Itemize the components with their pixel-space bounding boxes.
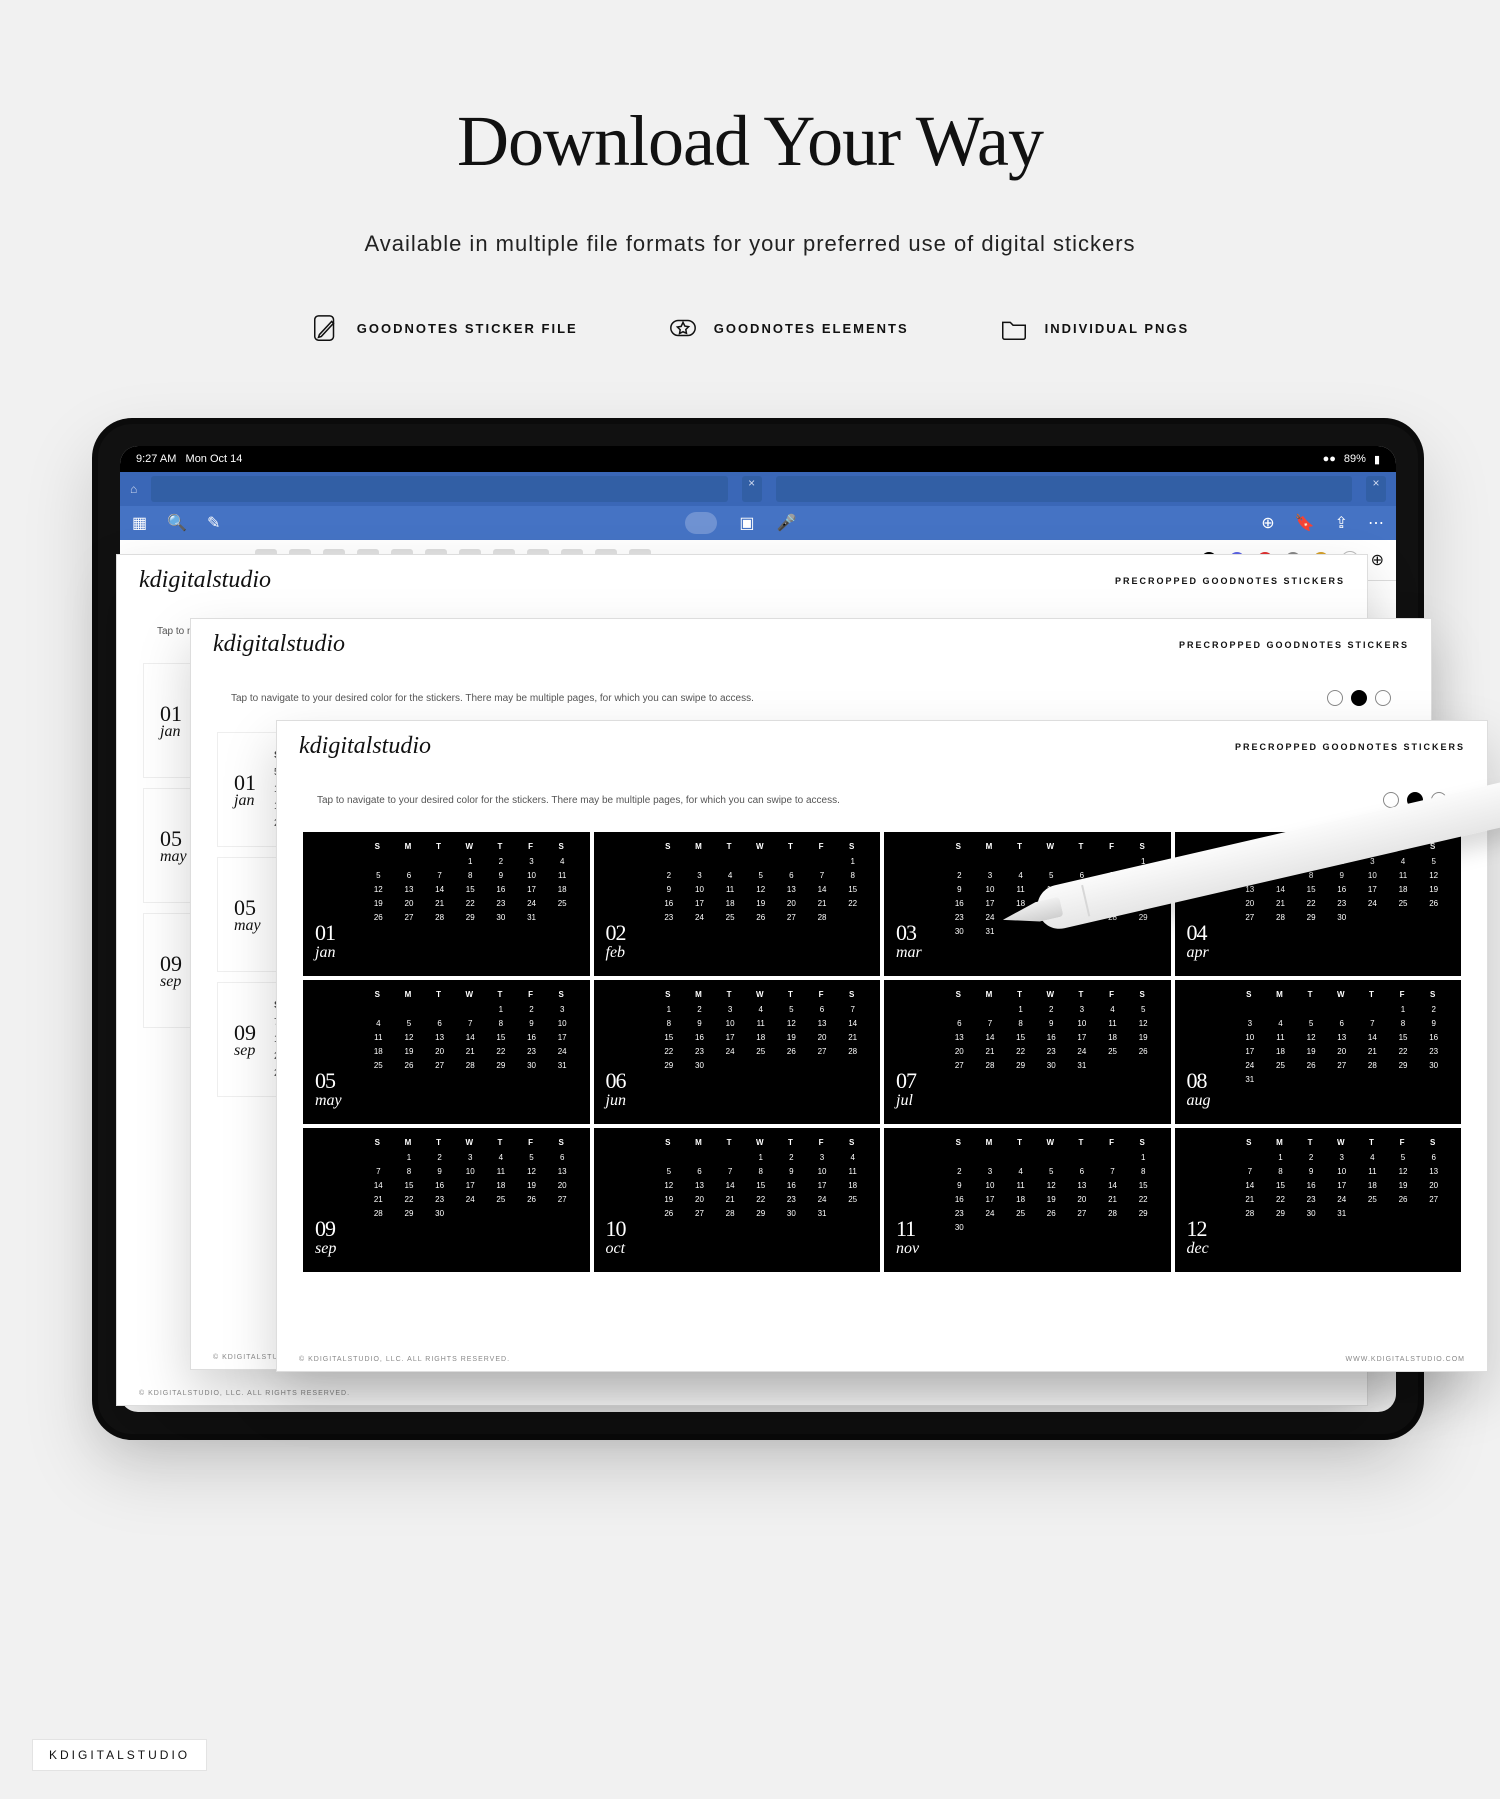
copyright: © KDIGITALSTUDIO, LLC. ALL RIGHTS RESERV… xyxy=(139,1390,350,1397)
tab-close[interactable]: × xyxy=(742,476,762,502)
mini-calendar-nov[interactable]: 11novSMTWTFS1234567891011121314151617181… xyxy=(884,1128,1171,1272)
brand-label: kdigitalstudio xyxy=(139,567,271,594)
page-pencil-icon xyxy=(311,313,341,343)
home-icon[interactable]: ⌂ xyxy=(130,482,137,496)
mic-icon[interactable]: 🎤 xyxy=(776,513,796,533)
color-variant-dot-active[interactable] xyxy=(1351,690,1367,706)
sheet-tag: PRECROPPED GOODNOTES STICKERS xyxy=(1179,640,1409,650)
lasso-icon[interactable]: ✎ xyxy=(207,513,220,533)
mini-calendar-dec[interactable]: 12decSMTWTFS1234567891011121314151617181… xyxy=(1175,1128,1462,1272)
format-goodnotes-sticker: GOODNOTES STICKER FILE xyxy=(311,313,578,343)
brand-label: kdigitalstudio xyxy=(299,733,431,760)
brand-label: kdigitalstudio xyxy=(213,631,345,658)
share-icon[interactable]: ⇪ xyxy=(1335,513,1348,533)
mini-calendar-jun[interactable]: 06junSMTWTFS1234567891011121314151617181… xyxy=(594,980,881,1124)
app-tabbar: ⌂ × × xyxy=(120,472,1396,506)
helper-text: Tap to navigate to your desired color fo… xyxy=(317,795,840,806)
sheet-tag: PRECROPPED GOODNOTES STICKERS xyxy=(1115,576,1345,586)
helper-text: Tap to navigate to your desired color fo… xyxy=(231,693,754,704)
tab-document[interactable] xyxy=(776,476,1352,502)
search-icon[interactable]: 🔍 xyxy=(167,513,187,533)
format-label: INDIVIDUAL PNGS xyxy=(1045,321,1190,336)
add-page-icon[interactable]: ⊕ xyxy=(1261,513,1274,533)
mini-calendar-jul[interactable]: 07julSMTWTFS1234567891011121314151617181… xyxy=(884,980,1171,1124)
wifi-icon: ●● xyxy=(1323,453,1336,465)
format-goodnotes-elements: GOODNOTES ELEMENTS xyxy=(668,313,909,343)
mini-calendar-sep[interactable]: 09sepSMTWTFS1234567891011121314151617181… xyxy=(303,1128,590,1272)
mini-calendar-may[interactable]: 05maySMTWTFS1234567891011121314151617181… xyxy=(303,980,590,1124)
page-title: Download Your Way xyxy=(0,100,1500,183)
grid-icon[interactable]: ▦ xyxy=(132,513,147,533)
bookmark-icon[interactable]: 🔖 xyxy=(1295,513,1315,533)
site-link: WWW.KDIGITALSTUDIO.COM xyxy=(1346,1356,1465,1363)
folder-icon xyxy=(999,313,1029,343)
color-variant-dot[interactable] xyxy=(1375,690,1391,706)
color-add-icon[interactable]: ⊕ xyxy=(1371,550,1384,570)
watermark-badge: KDIGITALSTUDIO xyxy=(32,1739,207,1771)
format-label: GOODNOTES STICKER FILE xyxy=(357,321,578,336)
ipad-statusbar: 9:27 AM Mon Oct 14 ●● 89% ▮ xyxy=(120,446,1396,472)
sheet-tag: PRECROPPED GOODNOTES STICKERS xyxy=(1235,742,1465,752)
tab-document[interactable] xyxy=(151,476,727,502)
image-icon[interactable]: ▣ xyxy=(739,513,754,533)
copyright: © KDIGITALSTUDIO, LLC. ALL RIGHTS RESERV… xyxy=(299,1356,510,1363)
mini-calendar-jan[interactable]: 01janSMTWTFS1234567891011121314151617181… xyxy=(303,832,590,976)
battery-icon: ▮ xyxy=(1374,453,1380,466)
formats-row: GOODNOTES STICKER FILE GOODNOTES ELEMENT… xyxy=(0,313,1500,343)
battery-percent: 89% xyxy=(1344,453,1366,465)
status-time: 9:27 AM xyxy=(136,453,176,465)
format-label: GOODNOTES ELEMENTS xyxy=(714,321,909,336)
status-date: Mon Oct 14 xyxy=(186,453,243,465)
sticker-sheet-front: kdigitalstudio PRECROPPED GOODNOTES STIC… xyxy=(276,720,1488,1372)
tab-close[interactable]: × xyxy=(1366,476,1386,502)
draw-pill-icon[interactable] xyxy=(685,512,717,534)
format-individual-pngs: INDIVIDUAL PNGS xyxy=(999,313,1190,343)
star-badge-icon xyxy=(668,313,698,343)
color-variant-dot[interactable] xyxy=(1327,690,1343,706)
mini-calendar-feb[interactable]: 02febSMTWTFS1234567891011121314151617181… xyxy=(594,832,881,976)
mini-calendar-aug[interactable]: 08augSMTWTFS1234567891011121314151617181… xyxy=(1175,980,1462,1124)
mini-calendar-oct[interactable]: 10octSMTWTFS1234567891011121314151617181… xyxy=(594,1128,881,1272)
page-subtitle: Available in multiple file formats for y… xyxy=(0,231,1500,257)
app-toolbar: ▦ 🔍 ✎ ▣ 🎤 ⊕ 🔖 ⇪ ⋯ xyxy=(120,506,1396,540)
more-icon[interactable]: ⋯ xyxy=(1368,513,1384,533)
